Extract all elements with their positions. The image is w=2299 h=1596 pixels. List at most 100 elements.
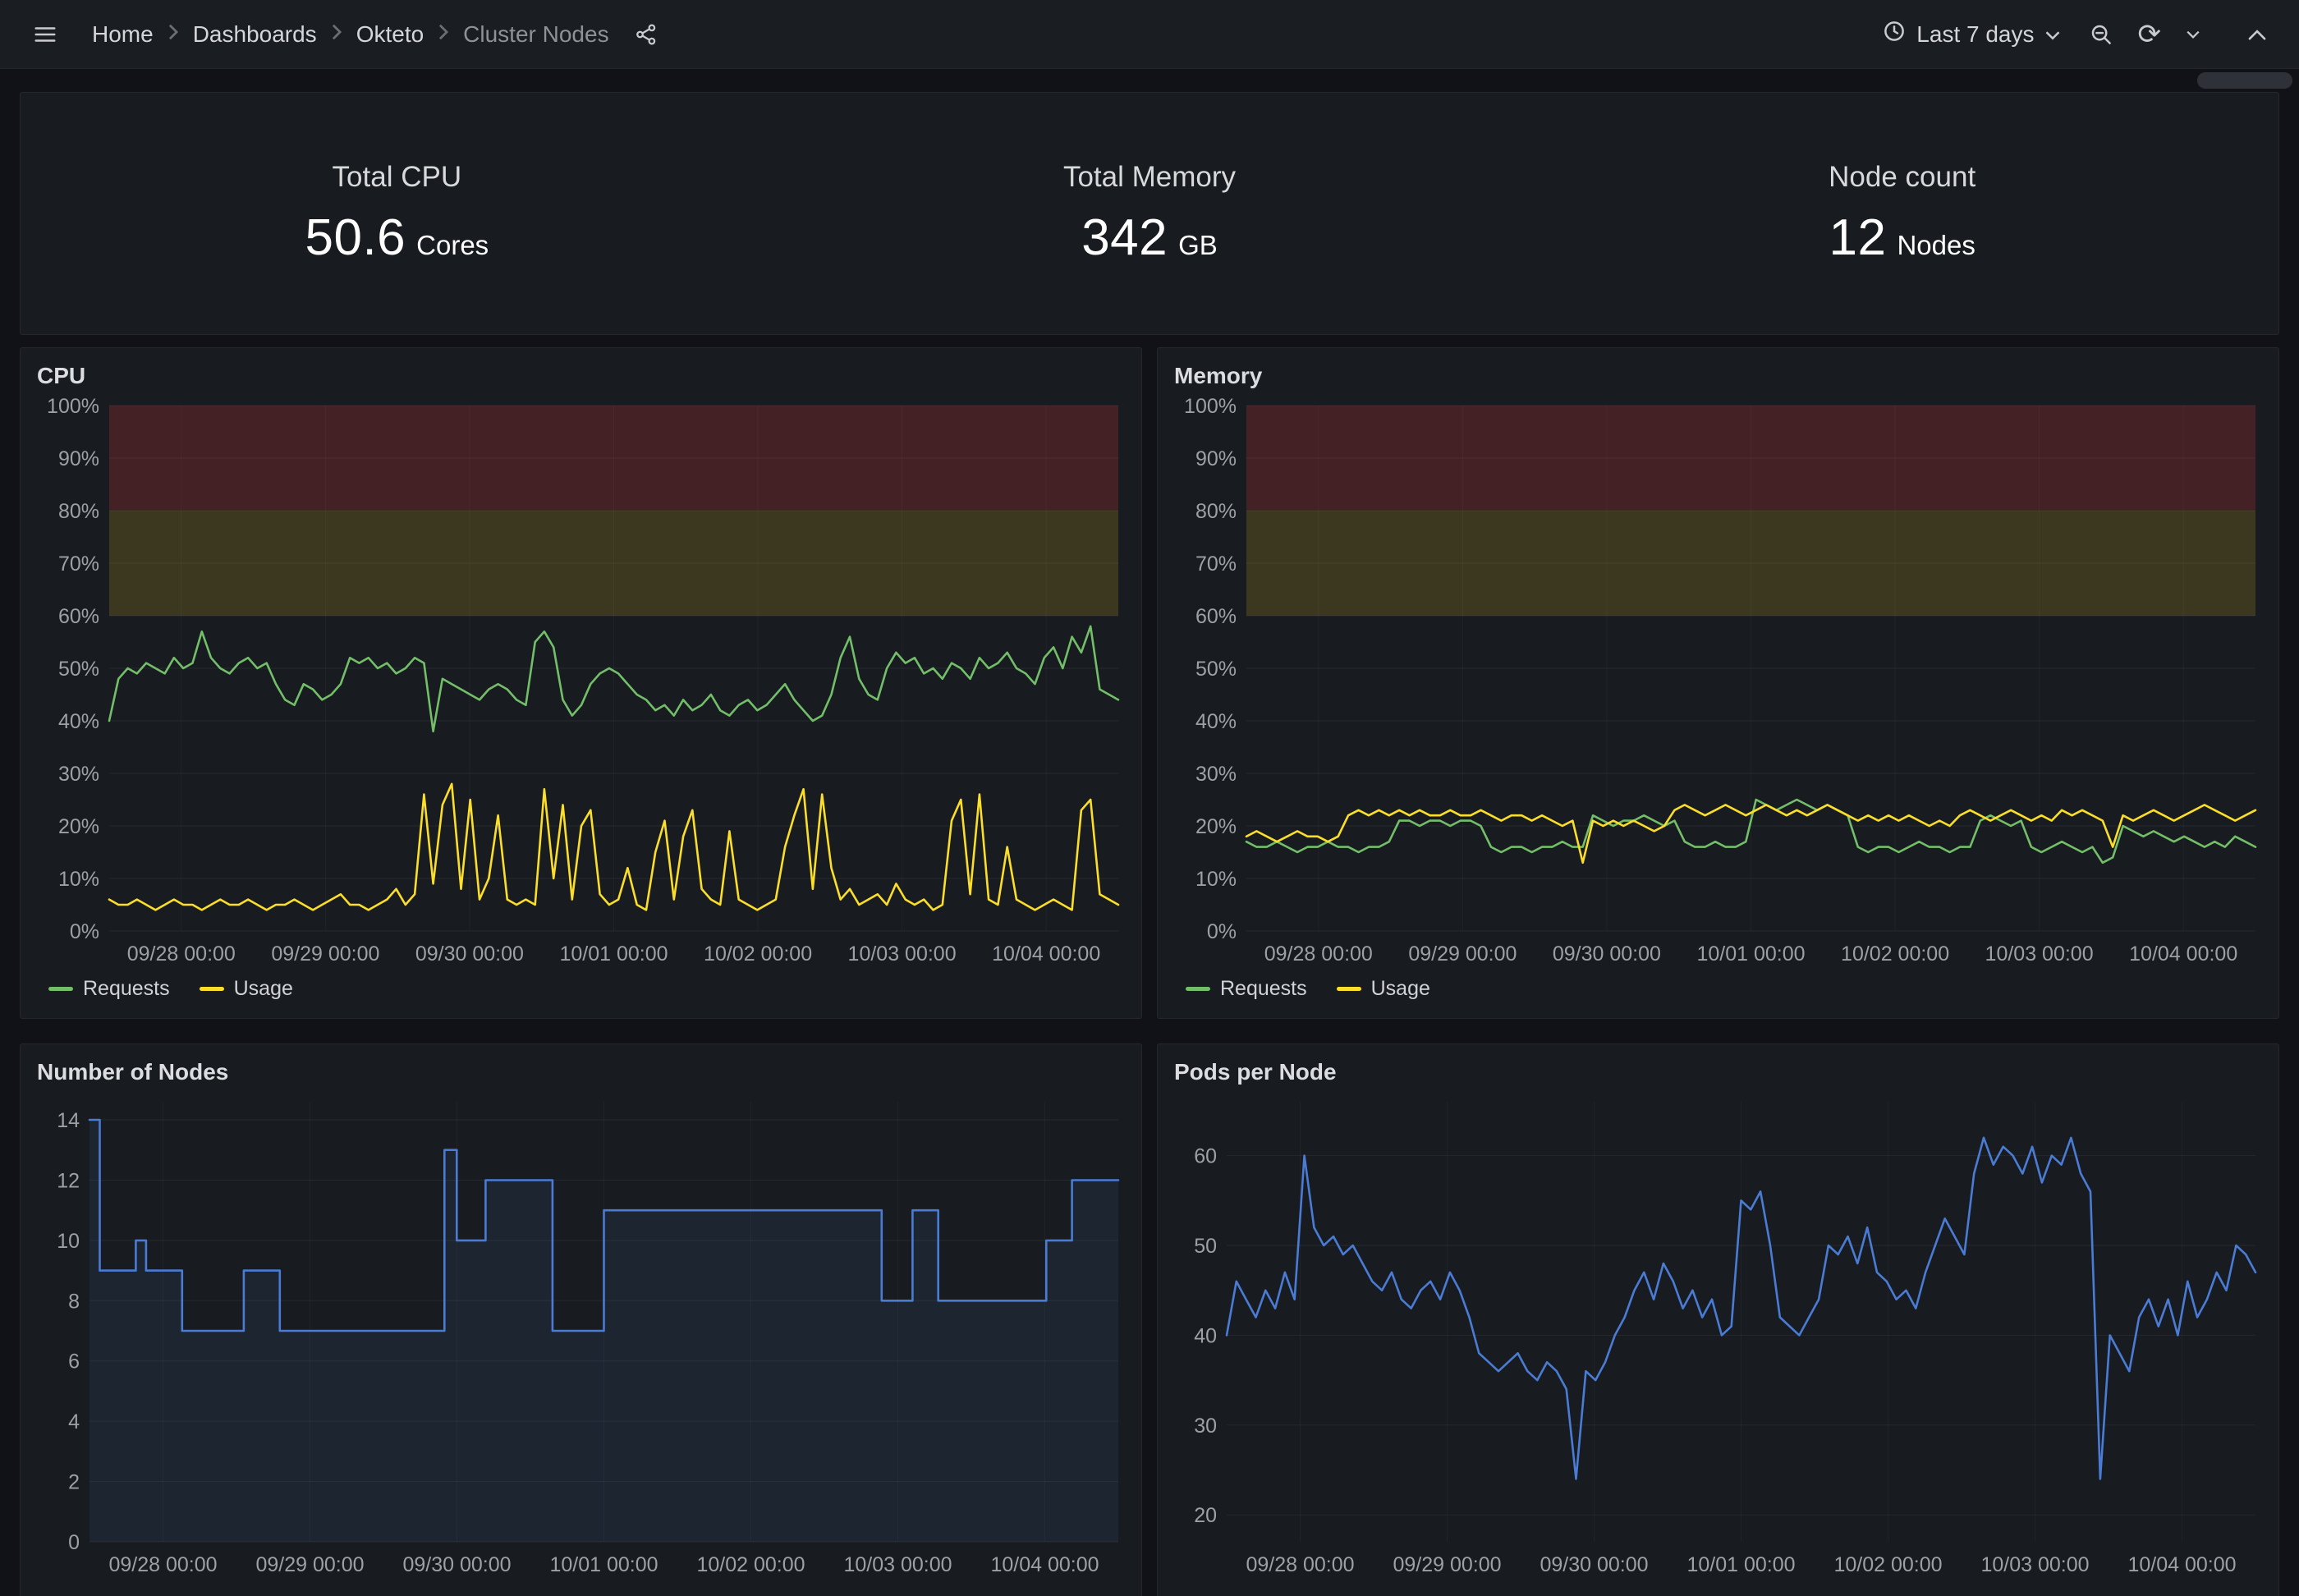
panel-header-cpu[interactable]: CPU (21, 348, 1141, 396)
memory-legend: Requests Usage (1158, 974, 2278, 1001)
svg-text:10/04 00:00: 10/04 00:00 (990, 1553, 1099, 1576)
stat-value: 342 (1081, 209, 1168, 267)
zoom-out-icon (2089, 22, 2113, 47)
svg-text:50%: 50% (1195, 658, 1237, 681)
stat-title: Node count (1829, 161, 1975, 194)
svg-text:10: 10 (57, 1230, 80, 1253)
stats-panel: Total CPU 50.6 Cores Total Memory 342 GB… (20, 92, 2279, 335)
panel-title: Pods per Node (1174, 1059, 1337, 1085)
svg-text:90%: 90% (58, 447, 99, 470)
svg-text:0%: 0% (1207, 920, 1237, 943)
panel-title: Number of Nodes (37, 1059, 228, 1085)
svg-text:30%: 30% (1195, 763, 1237, 786)
legend-item-usage[interactable]: Usage (200, 977, 293, 1001)
svg-text:10/02 00:00: 10/02 00:00 (704, 942, 812, 965)
svg-text:60: 60 (1194, 1145, 1217, 1168)
legend-label: Usage (234, 977, 293, 1001)
svg-text:09/28 00:00: 09/28 00:00 (1246, 1553, 1354, 1576)
svg-text:6: 6 (68, 1351, 80, 1374)
svg-text:09/29 00:00: 09/29 00:00 (255, 1553, 364, 1576)
svg-text:60%: 60% (58, 605, 99, 628)
panel-title: Memory (1174, 363, 1262, 389)
svg-text:10/01 00:00: 10/01 00:00 (1696, 942, 1805, 965)
cpu-chart[interactable]: 0%10%20%30%40%50%60%70%80%90%100%09/28 0… (30, 396, 1133, 974)
panel-header-pods[interactable]: Pods per Node (1158, 1044, 2278, 1092)
share-button[interactable] (626, 14, 667, 55)
breadcrumb-okteto[interactable]: Okteto (348, 21, 432, 48)
grafana-dashboard: Home Dashboards Okteto Cluster Nodes (0, 0, 2299, 1596)
collapse-top-button[interactable] (2238, 18, 2276, 51)
svg-text:80%: 80% (1195, 500, 1237, 523)
pods-per-node-chart[interactable]: 203040506009/28 00:0009/29 00:0009/30 00… (1168, 1092, 2270, 1585)
svg-text:50%: 50% (58, 658, 99, 681)
svg-text:10/03 00:00: 10/03 00:00 (843, 1553, 952, 1576)
refresh-icon: ⟳ (2138, 21, 2162, 48)
legend-item-requests[interactable]: Requests (48, 977, 170, 1001)
svg-text:20%: 20% (1195, 815, 1237, 838)
panel-title: CPU (37, 363, 85, 389)
svg-text:80%: 80% (58, 500, 99, 523)
hamburger-icon (31, 22, 59, 47)
legend-item-requests[interactable]: Requests (1186, 977, 1307, 1001)
top-nav: Home Dashboards Okteto Cluster Nodes (0, 0, 2299, 69)
svg-text:10/04 00:00: 10/04 00:00 (2127, 1553, 2236, 1576)
svg-text:20: 20 (1194, 1504, 1217, 1527)
svg-text:0%: 0% (70, 920, 99, 943)
memory-chart[interactable]: 0%10%20%30%40%50%60%70%80%90%100%09/28 0… (1168, 396, 2270, 974)
svg-text:09/29 00:00: 09/29 00:00 (1393, 1553, 1501, 1576)
legend-label: Usage (1371, 977, 1430, 1001)
stat-node-count: Node count 12 Nodes (1526, 161, 2278, 267)
share-icon (634, 22, 658, 47)
svg-text:4: 4 (68, 1410, 80, 1433)
svg-text:40%: 40% (1195, 710, 1237, 733)
panel-header-nodes[interactable]: Number of Nodes (21, 1044, 1141, 1092)
number-of-nodes-chart[interactable]: 0246810121409/28 00:0009/29 00:0009/30 0… (30, 1092, 1133, 1585)
usage-series-swatch (1337, 987, 1361, 991)
svg-text:10/03 00:00: 10/03 00:00 (1985, 942, 2094, 965)
time-range-picker[interactable]: Last 7 days (1870, 11, 2072, 57)
refresh-interval-caret[interactable] (2177, 21, 2209, 48)
scrollbar-thumb[interactable] (2197, 72, 2292, 89)
svg-text:09/29 00:00: 09/29 00:00 (271, 942, 379, 965)
svg-text:2: 2 (68, 1471, 80, 1494)
svg-text:10%: 10% (1195, 868, 1237, 891)
clock-icon (1882, 19, 1907, 49)
svg-text:20%: 20% (58, 815, 99, 838)
svg-text:100%: 100% (47, 396, 99, 418)
stat-title: Total Memory (1063, 161, 1236, 194)
svg-text:09/28 00:00: 09/28 00:00 (1264, 942, 1373, 965)
svg-text:30%: 30% (58, 763, 99, 786)
chevron-right-icon (330, 23, 343, 45)
usage-series-swatch (200, 987, 224, 991)
svg-text:12: 12 (57, 1170, 80, 1193)
requests-series-swatch (1186, 987, 1210, 991)
stat-total-cpu: Total CPU 50.6 Cores (21, 161, 773, 267)
chevron-right-icon (167, 23, 180, 45)
zoom-out-button[interactable] (2081, 14, 2122, 55)
svg-text:09/28 00:00: 09/28 00:00 (108, 1553, 217, 1576)
stat-total-memory: Total Memory 342 GB (773, 161, 1526, 267)
svg-text:09/30 00:00: 09/30 00:00 (415, 942, 524, 965)
svg-text:09/30 00:00: 09/30 00:00 (1553, 942, 1661, 965)
refresh-button[interactable]: ⟳ (2130, 12, 2170, 57)
panel-header-memory[interactable]: Memory (1158, 348, 2278, 396)
stat-value: 12 (1829, 209, 1887, 267)
svg-text:100%: 100% (1184, 396, 1237, 418)
menu-button[interactable] (23, 14, 67, 55)
svg-text:10/02 00:00: 10/02 00:00 (1841, 942, 1949, 965)
svg-text:10/02 00:00: 10/02 00:00 (1833, 1553, 1942, 1576)
svg-text:10/02 00:00: 10/02 00:00 (696, 1553, 805, 1576)
svg-text:60%: 60% (1195, 605, 1237, 628)
panel-number-of-nodes: Number of Nodes 0246810121409/28 00:0009… (20, 1043, 1142, 1596)
breadcrumb: Home Dashboards Okteto Cluster Nodes (84, 21, 617, 48)
breadcrumb-dashboards[interactable]: Dashboards (185, 21, 325, 48)
svg-text:70%: 70% (1195, 553, 1237, 576)
svg-text:10/04 00:00: 10/04 00:00 (992, 942, 1100, 965)
legend-item-usage[interactable]: Usage (1337, 977, 1430, 1001)
stat-unit: Cores (416, 230, 489, 261)
svg-text:09/30 00:00: 09/30 00:00 (1540, 1553, 1648, 1576)
breadcrumb-home[interactable]: Home (84, 21, 162, 48)
dashboard-body: Total CPU 50.6 Cores Total Memory 342 GB… (0, 92, 2299, 1596)
svg-text:50: 50 (1194, 1235, 1217, 1258)
legend-label: Requests (83, 977, 170, 1001)
